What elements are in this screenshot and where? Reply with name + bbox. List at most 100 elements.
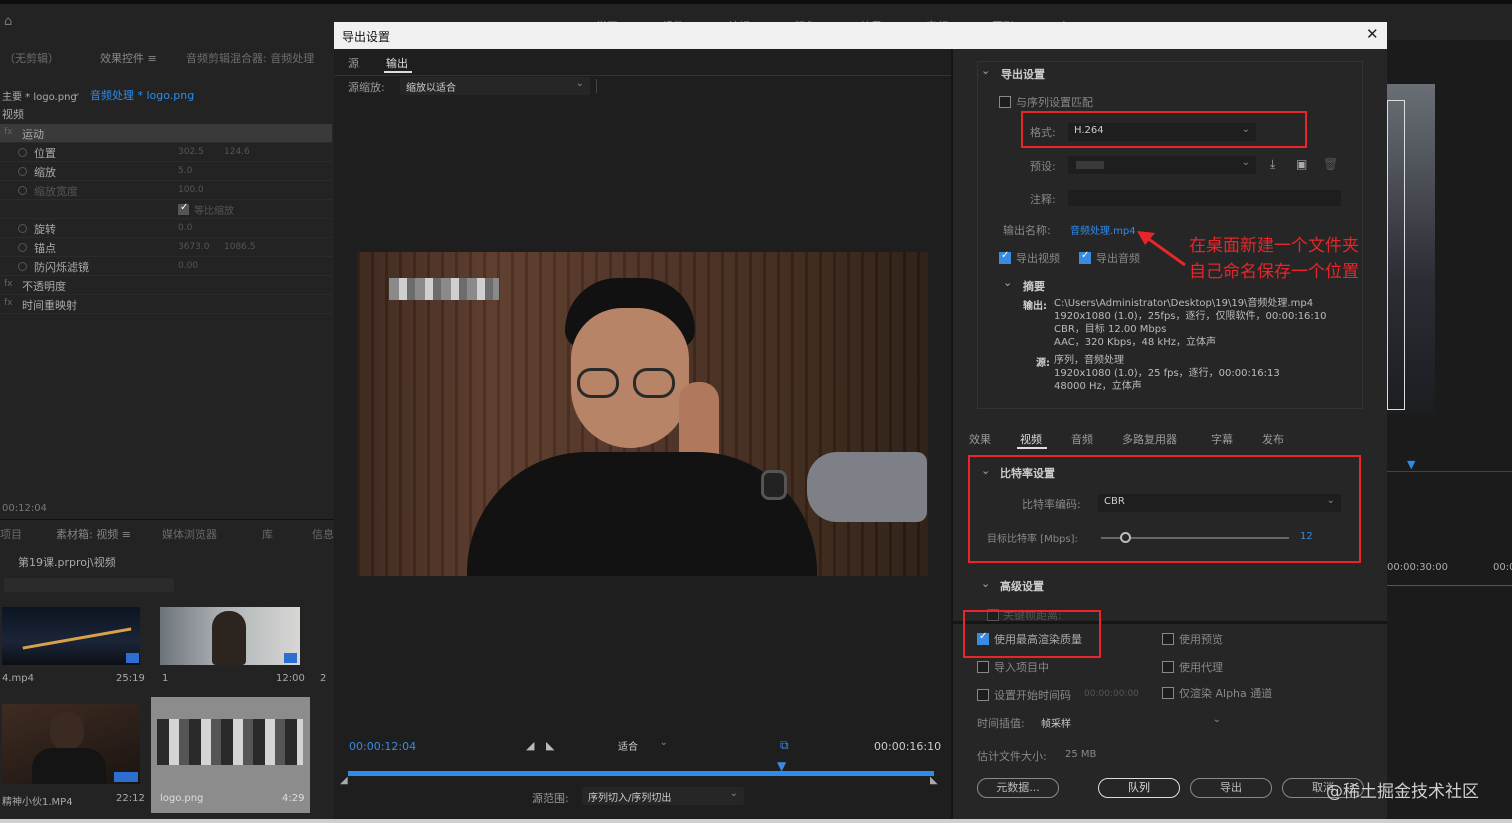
output-name-link[interactable]: 音频处理.mp4 — [1070, 222, 1136, 237]
prop-value[interactable]: 124.6 — [224, 147, 250, 157]
tab-audio[interactable]: 音频 — [1071, 431, 1093, 447]
prop-label: 时间重映射 — [22, 299, 77, 312]
start-timecode-value[interactable]: 00:00:00:00 — [1084, 689, 1139, 699]
stopwatch-icon[interactable] — [18, 243, 27, 252]
prop-value[interactable]: 1086.5 — [224, 242, 256, 252]
close-icon[interactable]: ✕ — [1366, 25, 1379, 43]
prop-value[interactable]: 302.5 — [178, 147, 204, 157]
scale-label: 源缩放: — [348, 81, 385, 94]
export-button[interactable]: 导出 — [1190, 778, 1272, 798]
stopwatch-icon[interactable] — [18, 224, 27, 233]
tab-project[interactable]: 项目 — [0, 526, 22, 542]
prop-row[interactable]: 防闪烁滤镜 0.00 — [0, 257, 332, 276]
playhead-icon[interactable]: ▼ — [777, 759, 786, 773]
tab-effect-controls[interactable]: 效果控件 ≡ — [100, 50, 157, 66]
current-timecode[interactable]: 00:00:12:04 — [349, 740, 416, 753]
tab-media-browser[interactable]: 媒体浏览器 — [162, 526, 217, 542]
tab-multiplexer[interactable]: 多路复用器 — [1122, 431, 1177, 447]
prop-row[interactable]: fx 运动 — [0, 124, 332, 143]
time-interpolation-select[interactable]: 帧采样 ⌄ — [1035, 713, 1227, 731]
export-audio-checkbox[interactable] — [1079, 250, 1091, 264]
clip-selector[interactable]: 主要 * logo.png — [2, 88, 77, 103]
scale-select[interactable]: 缩放以适合 ⌄ — [400, 77, 590, 95]
crop-icon[interactable]: ⧉ — [780, 738, 789, 753]
render-alpha-checkbox[interactable] — [1162, 687, 1174, 699]
use-previews-checkbox[interactable] — [1162, 633, 1174, 645]
use-proxies-checkbox[interactable] — [1162, 661, 1174, 673]
effect-timecode[interactable]: 00:12:04 — [2, 503, 47, 514]
uniform-scale-checkbox[interactable] — [178, 202, 189, 215]
stopwatch-icon[interactable] — [18, 186, 27, 195]
scale-value: 缩放以适合 — [406, 83, 456, 94]
comment-input[interactable] — [1068, 190, 1341, 206]
stopwatch-icon[interactable] — [18, 167, 27, 176]
home-icon[interactable]: ⌂ — [4, 14, 12, 29]
tab-video[interactable]: 视频 — [1020, 431, 1042, 447]
clip-name: logo.png — [160, 793, 204, 804]
clip-thumbnail[interactable] — [2, 704, 140, 784]
clip-duration: 12:00 — [276, 673, 305, 684]
prop-label: 缩放 — [34, 166, 56, 179]
stopwatch-icon[interactable] — [18, 262, 27, 271]
out-point-icon[interactable]: ◣ — [930, 775, 938, 786]
prop-value[interactable]: 0.0 — [178, 223, 192, 233]
prop-row[interactable]: fx 不透明度 — [0, 276, 332, 295]
fit-select[interactable]: 适合 ⌄ — [612, 736, 674, 754]
prop-row[interactable]: 锚点 3673.0 1086.5 — [0, 238, 332, 257]
tab-libraries[interactable]: 库 — [262, 526, 273, 542]
chevron-down-icon[interactable]: ⌄ — [72, 86, 81, 99]
prop-label: 位置 — [34, 147, 56, 160]
prop-value[interactable]: 100.0 — [178, 185, 204, 195]
preset-select[interactable]: ⌄ — [1068, 156, 1256, 174]
trash-icon[interactable]: 🗑 — [1323, 157, 1338, 171]
chevron-down-icon[interactable]: ⌄ — [981, 577, 990, 590]
in-point-icon[interactable]: ◢ — [340, 775, 348, 786]
tab-bin[interactable]: 素材箱: 视频 ≡ — [56, 526, 131, 542]
target-bitrate-value[interactable]: 12 — [1300, 531, 1313, 542]
tab-info[interactable]: 信息 — [312, 526, 334, 542]
comment-label: 注释: — [1030, 193, 1056, 206]
match-sequence-checkbox[interactable] — [999, 96, 1011, 108]
tab-captions[interactable]: 字幕 — [1211, 431, 1233, 447]
chevron-down-icon[interactable]: ⌄ — [981, 464, 990, 477]
chevron-down-icon[interactable]: ⌄ — [1003, 276, 1012, 289]
range-bar[interactable] — [348, 771, 934, 776]
prop-row[interactable]: fx 时间重映射 — [0, 295, 332, 314]
chevron-down-icon[interactable]: ⌄ — [981, 64, 990, 77]
tab-output[interactable]: 输出 — [386, 55, 408, 71]
range-select[interactable]: 序列切入/序列切出 ⌄ — [582, 787, 744, 805]
prop-row[interactable]: 位置 302.5 124.6 — [0, 143, 332, 162]
effect-properties: fx 运动 位置 302.5 124.6 缩放 5.0 缩放宽度 100.0 等… — [0, 124, 334, 324]
prop-value[interactable]: 0.00 — [178, 261, 198, 271]
prop-value[interactable]: 3673.0 — [178, 242, 210, 252]
bitrate-slider-thumb[interactable] — [1119, 532, 1131, 543]
tab-audio-mixer[interactable]: 音频剪辑混合器: 音频处理 — [186, 50, 332, 66]
playhead-icon[interactable]: ▼ — [1407, 458, 1415, 471]
import-into-project-checkbox[interactable] — [977, 661, 989, 673]
clip-thumbnail[interactable] — [2, 607, 140, 665]
prop-row[interactable]: 缩放 5.0 — [0, 162, 332, 181]
bitrate-encoding-select[interactable]: CBR ⌄ — [1098, 494, 1341, 512]
prop-row[interactable]: 旋转 0.0 — [0, 219, 332, 238]
tab-effects[interactable]: 效果 — [969, 431, 991, 447]
stopwatch-icon[interactable] — [18, 148, 27, 157]
export-video-checkbox[interactable] — [999, 250, 1011, 264]
metadata-button[interactable]: 元数据... — [977, 778, 1059, 798]
import-preset-icon[interactable]: ▣ — [1296, 157, 1307, 171]
clip-thumbnail[interactable] — [160, 607, 300, 665]
max-render-quality-checkbox[interactable] — [977, 631, 989, 645]
tab-source[interactable]: （无剪辑） — [4, 50, 59, 66]
save-preset-icon[interactable]: ⤓ — [1270, 157, 1275, 172]
prop-value[interactable]: 5.0 — [178, 166, 192, 176]
set-start-timecode-checkbox[interactable] — [977, 689, 989, 701]
time-interpolation-label: 时间插值: — [977, 717, 1025, 730]
output-name-label: 输出名称: — [1003, 224, 1051, 237]
mark-out-icon[interactable]: ◣ — [546, 739, 554, 752]
clip-link[interactable]: 音频处理 * logo.png — [90, 87, 194, 103]
tab-source[interactable]: 源 — [348, 55, 359, 71]
queue-button[interactable]: 队列 — [1098, 778, 1180, 798]
search-input[interactable] — [4, 578, 174, 592]
mark-in-icon[interactable]: ◢ — [526, 739, 534, 752]
tab-publish[interactable]: 发布 — [1262, 431, 1284, 447]
prop-row[interactable]: 缩放宽度 100.0 — [0, 181, 332, 200]
